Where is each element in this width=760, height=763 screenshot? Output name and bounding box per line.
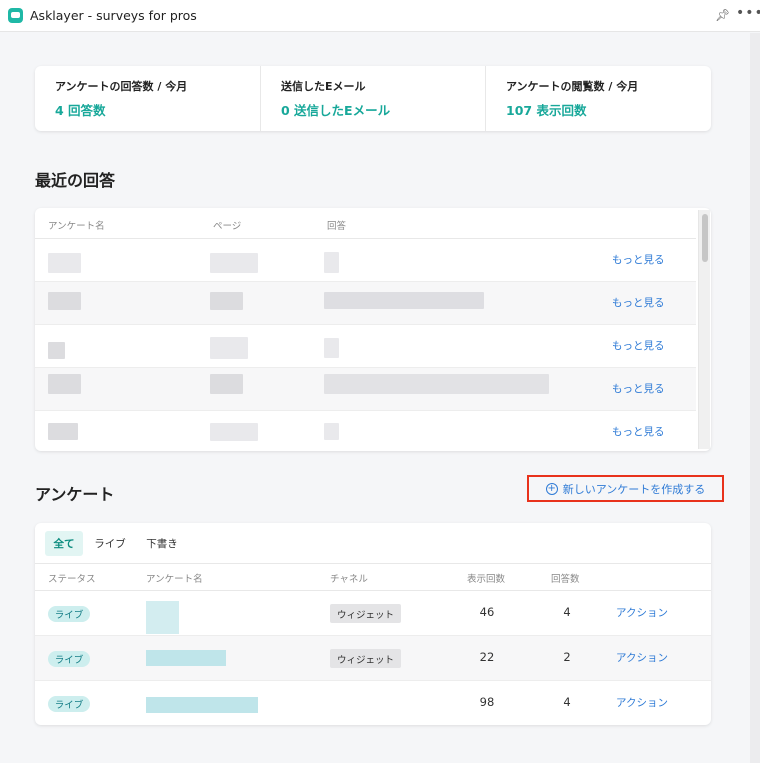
stat-label: アンケートの回答数 / 今月 [55, 80, 188, 93]
table-row[interactable]: もっと見る [35, 411, 696, 451]
redacted-survey-name [48, 292, 81, 310]
stat-value: 107 表示回数 [506, 103, 587, 118]
table-scrollbar[interactable] [698, 210, 710, 449]
answers-count: 4 [563, 605, 571, 619]
column-header-page: ページ [213, 221, 242, 232]
views-count: 46 [479, 605, 495, 619]
see-more-link[interactable]: もっと見る [612, 295, 665, 310]
see-more-link[interactable]: もっと見る [612, 252, 665, 267]
column-header-views: 表示回数 [467, 574, 506, 585]
recent-responses-table: アンケート名 ページ 回答 もっと見る もっと見る もっと見る もっと見る もっ… [35, 208, 711, 451]
redacted-page [210, 374, 243, 394]
stat-views: アンケートの閲覧数 / 今月 107 表示回数 [485, 66, 710, 131]
table-row[interactable]: もっと見る [35, 282, 696, 325]
redacted-survey-name [146, 650, 226, 666]
table-row[interactable]: もっと見る [35, 239, 696, 282]
stat-label: 送信したEメール [281, 80, 366, 93]
column-header-channel: チャネル [330, 574, 368, 585]
stat-value: 0 送信したEメール [281, 103, 391, 118]
surveys-table: 全て ライブ 下書き ステータス アンケート名 チャネル 表示回数 回答数 ライ… [35, 523, 711, 725]
views-count: 98 [479, 695, 495, 709]
redacted-survey-name [146, 697, 258, 713]
redacted-answer [324, 292, 484, 309]
stat-responses: アンケートの回答数 / 今月 4 回答数 [35, 66, 260, 131]
window-titlebar: Asklayer - surveys for pros 📌︎ ••• [0, 0, 760, 32]
redacted-survey-name [146, 601, 179, 634]
channel-chip: ウィジェット [330, 649, 402, 668]
redacted-page [210, 337, 248, 359]
answers-count: 4 [563, 695, 571, 709]
app-title: Asklayer - surveys for pros [30, 8, 197, 23]
column-header-status: ステータス [48, 574, 96, 585]
plus-circle-icon: + [545, 482, 558, 495]
table-header: アンケート名 ページ 回答 [35, 208, 696, 239]
action-link[interactable]: アクション [616, 605, 668, 620]
channel-chip: ウィジェット [330, 604, 402, 623]
redacted-survey-name [48, 374, 81, 394]
redacted-survey-name [48, 423, 78, 440]
table-row[interactable]: ライブ ウィジェット 22 2 アクション [35, 636, 711, 681]
table-row[interactable]: もっと見る [35, 368, 696, 411]
action-link[interactable]: アクション [616, 695, 668, 710]
surveys-title: アンケート [35, 485, 115, 504]
column-header-name: アンケート名 [146, 574, 203, 585]
redacted-answer [324, 252, 339, 273]
stat-emails: 送信したEメール 0 送信したEメール [260, 66, 485, 131]
recent-responses-title: 最近の回答 [35, 171, 116, 190]
see-more-link[interactable]: もっと見る [612, 424, 665, 439]
redacted-answer [324, 338, 339, 358]
answers-count: 2 [563, 650, 571, 664]
create-survey-button[interactable]: + 新しいアンケートを作成する [527, 475, 724, 502]
scrollbar-thumb[interactable] [702, 214, 708, 262]
stats-card: アンケートの回答数 / 今月 4 回答数 送信したEメール 0 送信したEメール… [35, 66, 711, 131]
stat-label: アンケートの閲覧数 / 今月 [506, 80, 639, 93]
table-row[interactable]: もっと見る [35, 325, 696, 368]
table-row[interactable]: ライブ ウィジェット 46 4 アクション [35, 591, 711, 636]
action-link[interactable]: アクション [616, 650, 668, 665]
column-header-answers: 回答数 [551, 574, 580, 585]
create-survey-label: 新しいアンケートを作成する [562, 482, 706, 496]
column-header-survey: アンケート名 [48, 221, 105, 232]
tab-drafts[interactable]: 下書き [139, 531, 185, 556]
see-more-link[interactable]: もっと見る [612, 381, 665, 396]
see-more-link[interactable]: もっと見る [612, 338, 665, 353]
views-count: 22 [479, 650, 495, 664]
table-row[interactable]: ライブ 98 4 アクション [35, 681, 711, 725]
redacted-answer [324, 423, 339, 440]
redacted-page [210, 253, 258, 273]
redacted-answer [324, 374, 549, 394]
tab-live[interactable]: ライブ [91, 531, 129, 556]
status-badge: ライブ [48, 606, 90, 622]
tab-all[interactable]: 全て [45, 531, 83, 556]
stat-value: 4 回答数 [55, 103, 106, 118]
redacted-page [210, 423, 258, 441]
redacted-survey-name [48, 342, 65, 359]
page-scrollbar[interactable] [750, 33, 760, 763]
table-header: ステータス アンケート名 チャネル 表示回数 回答数 [35, 563, 711, 591]
column-header-answer: 回答 [327, 221, 347, 232]
status-badge: ライブ [48, 696, 90, 712]
pin-icon[interactable]: 📌︎ [715, 8, 730, 22]
chat-bubble-icon [8, 8, 23, 23]
redacted-page [210, 292, 243, 310]
status-badge: ライブ [48, 651, 90, 667]
more-icon[interactable]: ••• [736, 5, 760, 21]
redacted-survey-name [48, 253, 81, 273]
